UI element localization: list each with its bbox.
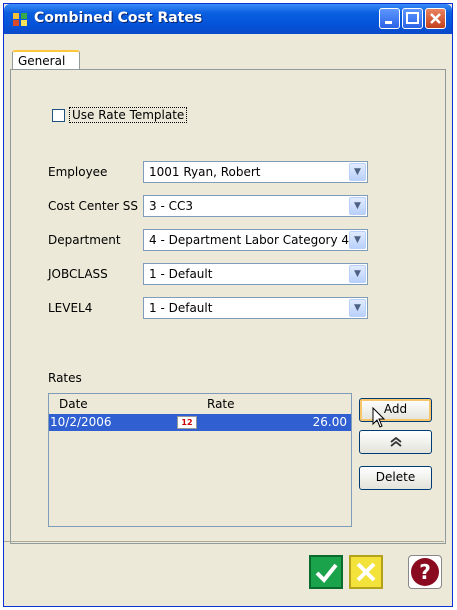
help-button[interactable]: ? — [408, 555, 442, 589]
rate-value-cell[interactable]: 26.00 — [313, 415, 347, 429]
use-rate-template-label[interactable]: Use Rate Template — [69, 107, 188, 123]
chevron-down-icon[interactable]: ▼ — [349, 197, 366, 215]
footer-divider — [4, 541, 444, 542]
employee-label: Employee — [48, 165, 108, 179]
use-rate-template-checkbox[interactable] — [52, 109, 65, 122]
rates-label: Rates — [48, 371, 82, 385]
mouse-cursor-icon — [372, 407, 386, 428]
tab-general[interactable]: General — [12, 50, 80, 70]
add-rate-button[interactable]: Add — [359, 398, 432, 422]
rates-grid-header: Date Rate — [49, 394, 351, 413]
calendar-icon[interactable]: 12 — [177, 416, 197, 429]
close-icon — [430, 13, 441, 24]
rate-date-cell[interactable]: 10/2/2006 — [50, 415, 112, 429]
column-header-date[interactable]: Date — [59, 397, 88, 411]
minimize-icon — [385, 21, 392, 24]
column-header-rate[interactable]: Rate — [207, 397, 235, 411]
chevron-down-icon[interactable]: ▼ — [349, 299, 366, 317]
delete-rate-button[interactable]: Delete — [359, 466, 432, 490]
chevron-down-icon[interactable]: ▼ — [349, 265, 366, 283]
employee-combo[interactable]: 1001 Ryan, Robert ▼ — [143, 161, 368, 183]
window-title: Combined Cost Rates — [34, 10, 203, 26]
checkmark-icon — [315, 563, 338, 583]
table-row[interactable]: 10/2/2006 12 26.00 — [49, 414, 351, 431]
level4-value: 1 - Default — [149, 301, 213, 315]
question-mark-icon: ? — [411, 558, 439, 586]
move-up-button[interactable] — [359, 430, 432, 454]
jobclass-label: JOBCLASS — [48, 267, 108, 281]
svg-text:?: ? — [419, 560, 431, 584]
level4-combo[interactable]: 1 - Default ▼ — [143, 297, 368, 319]
jobclass-combo[interactable]: 1 - Default ▼ — [143, 263, 368, 285]
department-value: 4 - Department Labor Category 4 — [149, 233, 350, 247]
cost-center-value: 3 - CC3 — [149, 199, 193, 213]
title-bar[interactable]: Combined Cost Rates — [4, 4, 452, 34]
department-combo[interactable]: 4 - Department Labor Category 4 ▼ — [143, 229, 368, 251]
rates-grid[interactable]: Date Rate 10/2/2006 12 26.00 — [48, 393, 352, 527]
chevron-down-icon[interactable]: ▼ — [349, 163, 366, 181]
app-icon — [13, 13, 27, 26]
maximize-icon — [406, 12, 419, 24]
ok-button[interactable] — [309, 555, 343, 589]
employee-value: 1001 Ryan, Robert — [149, 165, 261, 179]
double-chevron-up-icon — [389, 436, 402, 447]
cancel-button[interactable] — [349, 555, 383, 589]
cost-center-combo[interactable]: 3 - CC3 ▼ — [143, 195, 368, 217]
close-button[interactable] — [425, 8, 446, 29]
maximize-button[interactable] — [402, 8, 423, 29]
chevron-down-icon[interactable]: ▼ — [349, 231, 366, 249]
x-icon — [356, 562, 376, 582]
department-label: Department — [48, 233, 121, 247]
minimize-button[interactable] — [379, 8, 400, 29]
jobclass-value: 1 - Default — [149, 267, 213, 281]
cost-center-label: Cost Center SS — [48, 199, 138, 213]
level4-label: LEVEL4 — [48, 301, 93, 315]
